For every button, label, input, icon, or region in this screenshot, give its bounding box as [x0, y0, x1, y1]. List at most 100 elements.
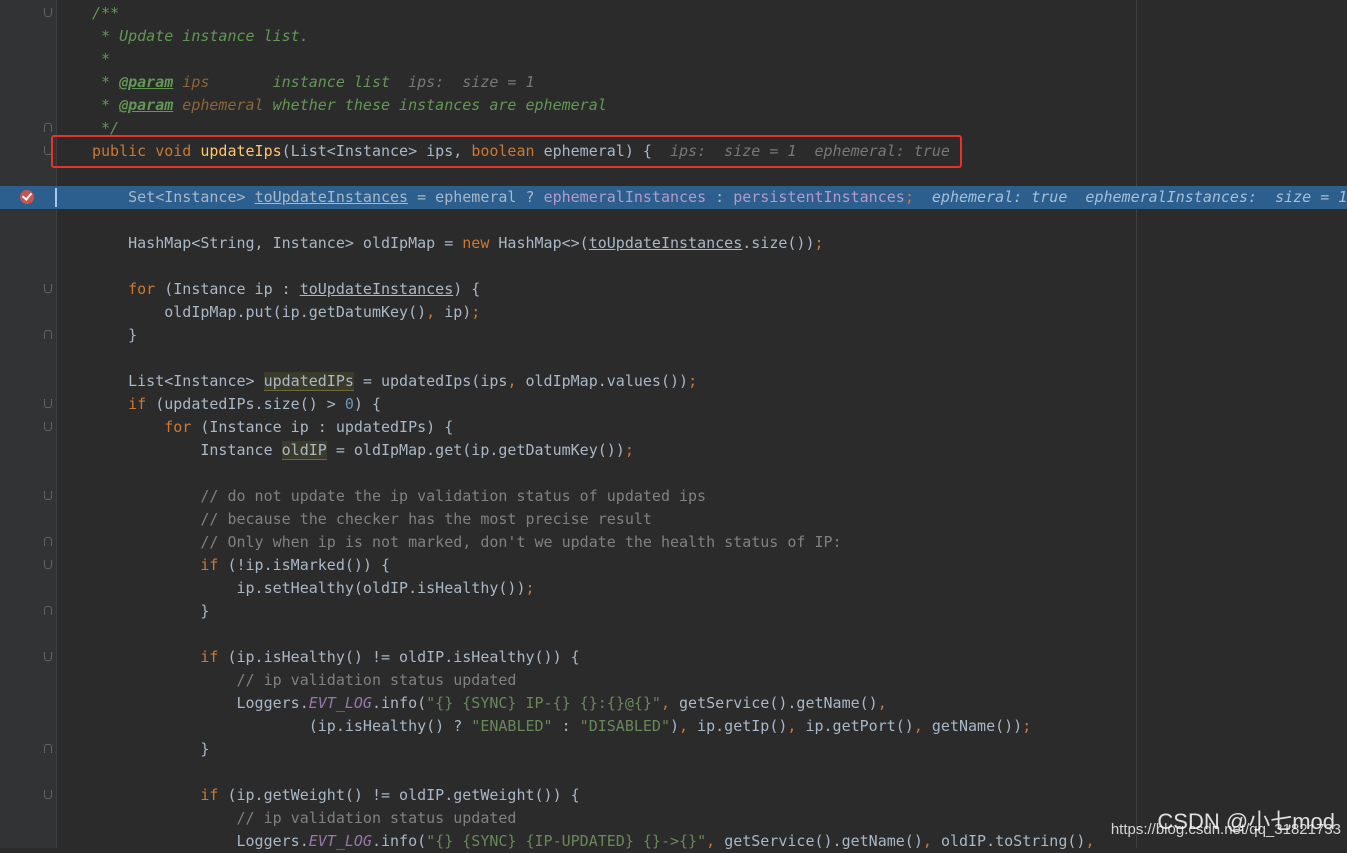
code-line[interactable]: if (!ip.isMarked()) { [0, 554, 1347, 577]
code-token: = updatedIps(ips [353, 372, 508, 390]
code-line[interactable]: // because the checker has the most prec… [0, 508, 1347, 531]
code-text: if (ip.getWeight() != oldIP.getWeight())… [92, 784, 580, 807]
code-token: new [462, 234, 499, 252]
fold-marker-icon[interactable] [44, 537, 52, 546]
code-text: * Update instance list. [92, 25, 309, 48]
code-token: ) { [353, 395, 381, 413]
code-token: ; [525, 579, 535, 597]
code-token: = oldIpMap.get(ip.getDatumKey()) [326, 441, 625, 459]
code-token: ip.getIp() [697, 717, 788, 735]
code-token: (updatedIPs.size() > [155, 395, 345, 413]
code-token: ip) [444, 303, 472, 321]
code-token: @param [119, 73, 174, 91]
code-line[interactable]: for (Instance ip : toUpdateInstances) { [0, 278, 1347, 301]
code-line[interactable]: if (updatedIPs.size() > 0) { [0, 393, 1347, 416]
code-token: oldIP.toString() [940, 832, 1086, 850]
code-token: .info( [371, 694, 427, 712]
code-editor[interactable]: /** * Update instance list. * * @param i… [0, 0, 1347, 850]
code-token: (Instance ip : updatedIPs) { [200, 418, 454, 436]
code-line[interactable]: Loggers.EVT_LOG.info("{} {SYNC} IP-{} {}… [0, 692, 1347, 715]
code-token: * [92, 50, 111, 68]
code-line[interactable]: if (ip.isHealthy() != oldIP.isHealthy())… [0, 646, 1347, 669]
fold-marker-icon[interactable] [44, 606, 52, 615]
code-token: toUpdateInstances [254, 188, 409, 206]
code-token: (Instance ip : [164, 280, 300, 298]
code-token: List<Instance> [92, 372, 264, 390]
code-text: // do not update the ip validation statu… [92, 485, 706, 508]
breakpoint-icon[interactable] [20, 190, 34, 204]
code-line[interactable]: * [0, 48, 1347, 71]
checkmark-icon [21, 190, 33, 201]
code-text: if (!ip.isMarked()) { [92, 554, 390, 577]
code-text: oldIpMap.put(ip.getDatumKey(), ip); [92, 301, 480, 324]
code-token: ; [904, 188, 932, 206]
code-text: } [92, 324, 137, 347]
code-text: * @param ips instance list ips: size = 1 [92, 71, 535, 94]
code-token: if [92, 786, 228, 804]
code-token: for [92, 418, 201, 436]
code-line[interactable]: * @param ips instance list ips: size = 1 [0, 71, 1347, 94]
code-line[interactable]: } [0, 324, 1347, 347]
fold-marker-icon[interactable] [44, 284, 52, 293]
code-token: * [92, 96, 120, 114]
fold-marker-icon[interactable] [44, 123, 52, 132]
code-token: ephemeral [173, 96, 264, 114]
code-token: ) [669, 717, 680, 735]
code-line[interactable]: ip.setHealthy(oldIP.isHealthy()); [0, 577, 1347, 600]
fold-marker-icon[interactable] [44, 422, 52, 431]
code-text: (ip.isHealthy() ? "ENABLED" : "DISABLED"… [92, 715, 1032, 738]
code-line[interactable]: Instance oldIP = oldIpMap.get(ip.getDatu… [0, 439, 1347, 462]
code-line[interactable]: oldIpMap.put(ip.getDatumKey(), ip); [0, 301, 1347, 324]
fold-marker-icon[interactable] [44, 744, 52, 753]
code-token: : [706, 188, 734, 206]
code-token: toUpdateInstances [588, 234, 743, 252]
fold-marker-icon[interactable] [44, 560, 52, 569]
code-text: } [92, 738, 209, 761]
fold-marker-icon[interactable] [44, 399, 52, 408]
code-text: * [92, 48, 110, 71]
code-line[interactable]: (ip.isHealthy() ? "ENABLED" : "DISABLED"… [0, 715, 1347, 738]
code-line[interactable]: for (Instance ip : updatedIPs) { [0, 416, 1347, 439]
code-token: ; [814, 234, 824, 252]
code-token: (ip.getWeight() != oldIP.getWeight()) { [227, 786, 580, 804]
code-line[interactable]: /** [0, 2, 1347, 25]
code-token: Loggers. [92, 694, 309, 712]
code-line[interactable]: // ip validation status updated [0, 669, 1347, 692]
code-text: * @param ephemeral whether these instanc… [92, 94, 607, 117]
fold-marker-icon[interactable] [44, 491, 52, 500]
code-token: .size()) [742, 234, 815, 252]
code-token: Set<Instance> [92, 188, 255, 206]
fold-marker-icon[interactable] [44, 330, 52, 339]
code-line[interactable]: if (ip.getWeight() != oldIP.getWeight())… [0, 784, 1347, 807]
execution-point-line[interactable]: Set<Instance> toUpdateInstances = epheme… [0, 186, 1347, 209]
code-token: ephemeralInstances [543, 188, 707, 206]
code-line[interactable]: List<Instance> updatedIPs = updatedIps(i… [0, 370, 1347, 393]
code-token: * Update instance list. [92, 27, 309, 45]
code-text: Loggers.EVT_LOG.info("{} {SYNC} {IP-UPDA… [92, 830, 1094, 853]
code-token: (!ip.isMarked()) { [227, 556, 391, 574]
code-token: "ENABLED" [471, 717, 553, 735]
code-line[interactable]: * @param ephemeral whether these instanc… [0, 94, 1347, 117]
code-token: , [787, 717, 806, 735]
code-line[interactable]: HashMap<String, Instance> oldIpMap = new… [0, 232, 1347, 255]
fold-marker-icon[interactable] [44, 790, 52, 799]
code-line[interactable]: } [0, 738, 1347, 761]
code-line[interactable]: } [0, 600, 1347, 623]
code-text: Set<Instance> toUpdateInstances = epheme… [92, 186, 1347, 209]
code-text: for (Instance ip : updatedIPs) { [92, 416, 453, 439]
code-token: if [92, 556, 228, 574]
code-line[interactable]: // do not update the ip validation statu… [0, 485, 1347, 508]
code-text: HashMap<String, Instance> oldIpMap = new… [92, 232, 824, 255]
code-line[interactable]: // Only when ip is not marked, don't we … [0, 531, 1347, 554]
code-token: HashMap<String, Instance> oldIpMap = [92, 234, 463, 252]
code-token: (ip.isHealthy() ? [92, 717, 472, 735]
code-token: for [92, 280, 165, 298]
code-token: : [552, 717, 580, 735]
fold-marker-icon[interactable] [44, 8, 52, 17]
code-token: ephemeral: true ephemeralInstances: size… [931, 188, 1347, 206]
code-token: oldIpMap.put(ip.getDatumKey() [92, 303, 427, 321]
code-token: HashMap<>( [498, 234, 589, 252]
code-line[interactable]: * Update instance list. [0, 25, 1347, 48]
fold-marker-icon[interactable] [44, 652, 52, 661]
code-token: } [92, 602, 210, 620]
